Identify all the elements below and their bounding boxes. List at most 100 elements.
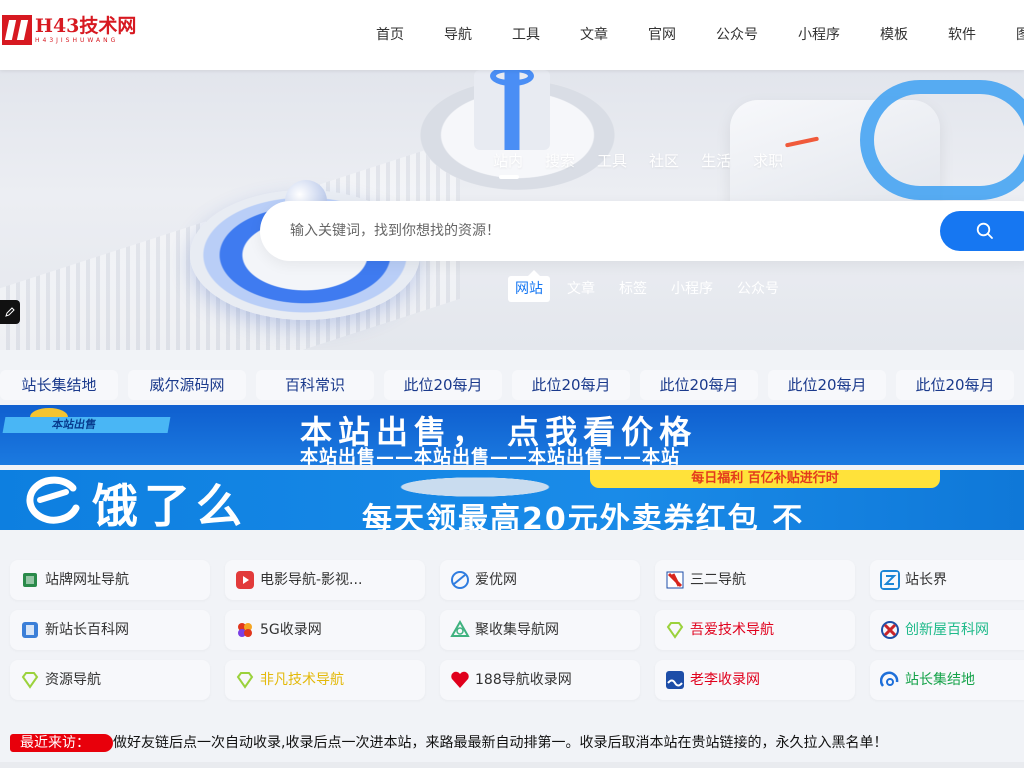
diamond-icon xyxy=(236,672,254,689)
friend-link[interactable]: 此位20每月 xyxy=(768,370,886,400)
site-card-name: 老李收录网 xyxy=(690,672,760,688)
globe-icon xyxy=(451,571,469,589)
nav-item-home[interactable]: 首页 xyxy=(356,0,424,70)
scope-miniprograms[interactable]: 小程序 xyxy=(664,276,720,302)
tab-community[interactable]: 社区 xyxy=(649,150,679,171)
ad-banner-eleme[interactable]: 饿了么 每日福利 百亿补贴进行时 每天领最高20元外卖券红包 不 xyxy=(0,470,1024,530)
site-card[interactable]: 爱优网 xyxy=(440,560,640,600)
site-card-name: 爱优网 xyxy=(475,572,517,588)
ad-banner-sale[interactable]: 本站出售 本站出售， 点我看价格 本站出售——本站出售——本站出售——本站 xyxy=(0,405,1024,465)
friend-link[interactable]: 此位20每月 xyxy=(640,370,758,400)
play-icon xyxy=(236,571,254,589)
flag-icon xyxy=(666,571,684,589)
site-card[interactable]: 老李收录网 xyxy=(655,660,855,700)
notice-text: 做好友链后点一次自动收录,收录后点一次进本站，来路最最新自动排第一。收录后取消本… xyxy=(113,735,888,751)
z-icon xyxy=(880,570,900,590)
site-card[interactable]: 吾爱技术导航 xyxy=(655,610,855,650)
site-card[interactable]: 聚收集导航网 xyxy=(440,610,640,650)
site-logo[interactable]: H43技术网 H43JISHUWANG xyxy=(2,14,136,46)
site-card[interactable]: 电影导航-影视... xyxy=(225,560,425,600)
nav-item-images[interactable]: 图 xyxy=(996,0,1024,70)
site-card[interactable]: 5G收录网 xyxy=(225,610,425,650)
eleme-logo-icon xyxy=(26,476,80,524)
book-icon xyxy=(22,622,38,638)
nav-item-tools[interactable]: 工具 xyxy=(492,0,560,70)
friend-link[interactable]: 威尔源码网 xyxy=(128,370,246,400)
hero-search-section: 站内 搜索 工具 社区 生活 求职 网站 文章 标签 小程序 公众号 xyxy=(0,70,1024,350)
tab-site[interactable]: 站内 xyxy=(493,150,523,179)
site-card[interactable]: 非凡技术导航 xyxy=(225,660,425,700)
footer-strip xyxy=(0,762,1024,768)
swirl-icon xyxy=(880,671,899,687)
site-card-name: 电影导航-影视... xyxy=(260,572,363,588)
site-card-name: 站牌网址导航 xyxy=(45,572,129,588)
site-card[interactable]: 站牌网址导航 xyxy=(10,560,210,600)
nav-item-wechat[interactable]: 公众号 xyxy=(696,0,778,70)
scope-wechat[interactable]: 公众号 xyxy=(730,276,786,302)
tab-search[interactable]: 搜索 xyxy=(545,150,575,171)
friend-links-row: 站长集结地 威尔源码网 百科常识 此位20每月 此位20每月 此位20每月 此位… xyxy=(0,370,1024,400)
friend-link[interactable]: 站长集结地 xyxy=(0,370,118,400)
main-nav: 首页 导航 工具 文章 官网 公众号 小程序 模板 软件 图 xyxy=(356,0,1024,70)
logo-title: H43技术网 xyxy=(35,14,137,37)
logo-subtitle: H43JISHUWANG xyxy=(35,36,119,44)
site-card[interactable]: 创新屋百科网 xyxy=(870,610,1024,650)
site-card[interactable]: 资源导航 xyxy=(10,660,210,700)
site-card-name: 创新屋百科网 xyxy=(905,622,989,638)
nav-item-software[interactable]: 软件 xyxy=(928,0,996,70)
friend-link[interactable]: 此位20每月 xyxy=(896,370,1014,400)
site-card[interactable]: 188导航收录网 xyxy=(440,660,640,700)
diamond-icon xyxy=(666,622,684,639)
scope-tags[interactable]: 标签 xyxy=(612,276,654,302)
friend-link[interactable]: 百科常识 xyxy=(256,370,374,400)
x-icon xyxy=(881,621,899,639)
pencil-icon xyxy=(5,307,15,317)
site-card-name: 聚收集导航网 xyxy=(475,622,559,638)
banner-pill: 每日福利 百亿补贴进行时 xyxy=(590,470,940,488)
recent-visitors-label: 最近来访： xyxy=(20,735,90,751)
friend-link[interactable]: 此位20每月 xyxy=(384,370,502,400)
site-card[interactable]: 站长集结地 xyxy=(870,660,1024,700)
search-icon xyxy=(976,222,993,239)
site-card-name: 站长界 xyxy=(905,572,947,588)
side-edit-button[interactable] xyxy=(0,300,20,324)
banner-slogan: 每天领最高20元外卖券红包 不 xyxy=(362,502,805,530)
nav-item-navigation[interactable]: 导航 xyxy=(424,0,492,70)
search-input[interactable] xyxy=(290,201,890,261)
waves-icon xyxy=(666,671,684,689)
site-card[interactable]: 新站长百科网 xyxy=(10,610,210,650)
nav-item-official[interactable]: 官网 xyxy=(628,0,696,70)
triangle-icon xyxy=(450,620,470,637)
site-card-name: 站长集结地 xyxy=(905,672,975,688)
search-button[interactable] xyxy=(940,211,1024,251)
nav-item-articles[interactable]: 文章 xyxy=(560,0,628,70)
scope-articles[interactable]: 文章 xyxy=(560,276,602,302)
banner-subline: 本站出售——本站出售——本站出售——本站 xyxy=(300,447,680,465)
nav-item-templates[interactable]: 模板 xyxy=(860,0,928,70)
cloud-icon xyxy=(860,80,1024,200)
tab-tools[interactable]: 工具 xyxy=(597,150,627,171)
recent-visitors-badge: 最近来访： xyxy=(10,734,113,752)
site-card[interactable]: 三二导航 xyxy=(655,560,855,600)
site-card-name: 5G收录网 xyxy=(260,622,322,638)
nav-item-miniprogram[interactable]: 小程序 xyxy=(778,0,860,70)
search-type-tabs: 站内 搜索 工具 社区 生活 求职 xyxy=(493,150,805,179)
scope-websites[interactable]: 网站 xyxy=(508,270,550,302)
site-card-name: 吾爱技术导航 xyxy=(690,622,774,638)
tab-life[interactable]: 生活 xyxy=(701,150,731,171)
site-card-name: 三二导航 xyxy=(690,572,746,588)
flower-icon xyxy=(238,623,252,637)
cube-icon xyxy=(23,573,37,587)
site-card-name: 非凡技术导航 xyxy=(260,672,344,688)
site-card-name: 188导航收录网 xyxy=(475,672,572,688)
logo-mark-icon xyxy=(2,15,32,45)
search-bar xyxy=(260,201,1024,261)
page-root: H43技术网 H43JISHUWANG 首页 导航 工具 文章 官网 公众号 小… xyxy=(0,0,1024,768)
tab-jobs[interactable]: 求职 xyxy=(753,150,783,171)
search-scope-tabs: 网站 文章 标签 小程序 公众号 xyxy=(508,270,796,302)
site-card[interactable]: 站长界 xyxy=(870,560,1024,600)
heart-icon xyxy=(451,671,469,688)
friend-link[interactable]: 此位20每月 xyxy=(512,370,630,400)
top-header: H43技术网 H43JISHUWANG 首页 导航 工具 文章 官网 公众号 小… xyxy=(0,0,1024,70)
diamond-icon xyxy=(21,672,39,689)
